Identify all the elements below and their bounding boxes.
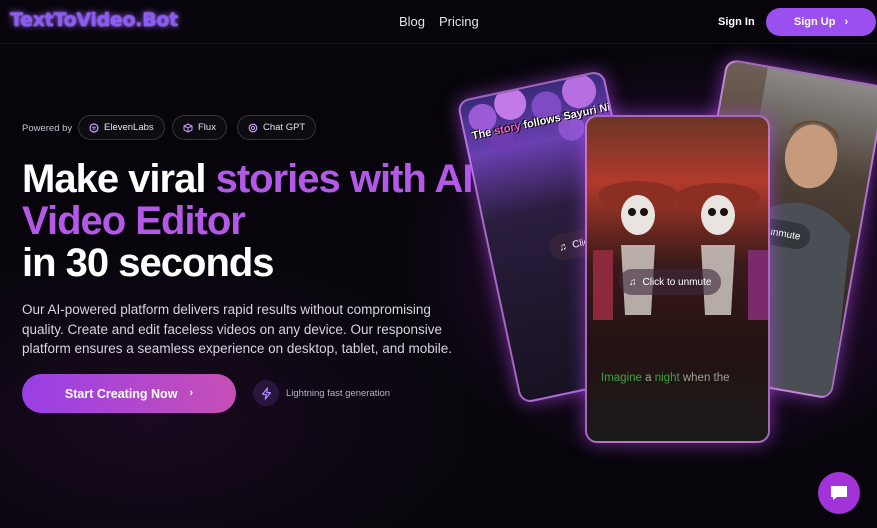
- sign-in-link[interactable]: Sign In: [718, 16, 755, 28]
- caption-word: when the: [679, 372, 730, 384]
- video-card-center[interactable]: ♫ Click to unmute Imagine a night when t…: [585, 115, 770, 443]
- elevenlabs-icon: [89, 122, 99, 133]
- sign-up-label: Sign Up: [793, 16, 836, 28]
- badge-label: ElevenLabs: [104, 122, 154, 133]
- hero-headline: Make viral stories with AI Video Editor …: [22, 157, 474, 285]
- start-creating-button[interactable]: Start Creating Now ›: [22, 374, 236, 413]
- caption-word-active: Imagine: [601, 372, 642, 384]
- skeleton-parade-thumbnail: [593, 181, 768, 320]
- unmute-label: Click to unmute: [642, 276, 712, 288]
- badge-label: Chat GPT: [263, 122, 306, 133]
- badge-label: Flux: [198, 122, 216, 133]
- top-navbar: TextToVideo.Bot Blog Pricing Sign In Sig…: [0, 0, 877, 44]
- openai-icon: [248, 123, 258, 132]
- nav-link-pricing[interactable]: Pricing: [439, 14, 479, 29]
- chevron-right-icon: ›: [844, 15, 849, 28]
- video-caption: Imagine a night when the: [601, 372, 730, 384]
- sign-up-button[interactable]: Sign Up ›: [766, 8, 876, 36]
- sound-icon: ♫: [629, 276, 637, 288]
- caption-word-active: night: [654, 372, 680, 384]
- headline-line-2: Video Editor: [22, 199, 246, 243]
- hero-description: Our AI-powered platform delivers rapid r…: [22, 302, 452, 356]
- badge-flux[interactable]: Flux: [172, 115, 227, 140]
- site-logo[interactable]: TextToVideo.Bot: [10, 9, 178, 31]
- unmute-label: unmute: [766, 225, 802, 243]
- feature-label: Lightning fast generation: [286, 388, 391, 399]
- cube-icon: [183, 122, 193, 133]
- powered-by-label: Powered by: [22, 123, 73, 134]
- nav-link-blog[interactable]: Blog: [399, 14, 425, 29]
- unmute-pill[interactable]: ♫ Click to unmute: [619, 269, 722, 295]
- chat-icon: [831, 486, 847, 500]
- headline-line-1: Make viral stories with AI: [22, 157, 474, 201]
- chat-button[interactable]: [818, 472, 860, 514]
- headline-accent: stories with AI: [215, 157, 474, 201]
- chevron-right-icon: ›: [189, 387, 194, 399]
- sound-icon: ♫: [558, 240, 568, 254]
- lightning-icon: [253, 380, 279, 406]
- headline-line-3: in 30 seconds: [22, 241, 275, 285]
- caption-word: a: [641, 372, 655, 384]
- badge-elevenlabs[interactable]: ElevenLabs: [78, 115, 165, 140]
- cta-label: Start Creating Now: [64, 386, 178, 401]
- badge-chat-gpt[interactable]: Chat GPT: [237, 115, 317, 140]
- headline-text: Make viral: [22, 157, 216, 201]
